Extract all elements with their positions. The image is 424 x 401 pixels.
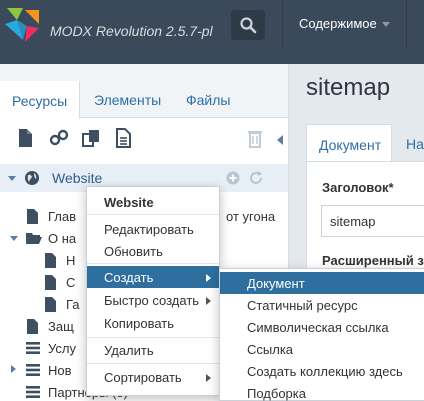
submenu-item-symlink[interactable]: Символическая ссылка [220,316,424,338]
file-icon [45,253,56,268]
new-document-icon[interactable] [14,127,36,149]
menu-item-delete[interactable]: Удалить [87,339,219,361]
file-icon [45,297,56,312]
context-menu: Website Редактировать Обновить Создать Б… [86,186,220,396]
collapse-panel-icon[interactable] [277,135,283,145]
tab-settings[interactable]: На [406,136,424,152]
submenu-item-create-collection[interactable]: Создать коллекцию здесь [220,360,424,382]
field-longtitle-label: Расширенный з [322,253,424,268]
menu-separator [87,263,219,264]
tree-root-label: Website [52,170,103,186]
file-icon [27,319,38,334]
file-icon [27,209,38,224]
add-circle-icon[interactable] [226,171,240,185]
menu-item-create-label: Создать [104,270,154,285]
menu-item-quick-create[interactable]: Быстро создать [87,289,219,311]
nav-content-label: Содержимое [299,16,377,31]
tree-item-label: Н [66,253,76,268]
chevron-right-icon [206,297,211,305]
tree-item-label: О на [48,231,77,246]
chevron-down-icon [382,22,390,27]
menu-separator [87,214,219,215]
left-panel-tabs: Ресурсы Элементы Файлы [0,64,288,119]
menu-item-refresh[interactable]: Обновить [87,240,219,262]
submenu-item-selection[interactable]: Подборка [220,382,424,401]
submenu-item-document[interactable]: Документ [220,272,424,294]
link-icon[interactable] [48,127,70,149]
resource-toolbar [0,119,288,159]
create-submenu: Документ Статичный ресурс Символическая … [219,268,424,401]
nav-next-menu[interactable] [406,0,424,48]
trash-icon[interactable] [244,127,266,149]
tree-item-label: С [66,275,76,290]
tree-item-label: Глав [48,209,77,224]
tree-item-label-tail: от угона [226,209,276,224]
menu-separator [87,363,219,364]
tab-files[interactable]: Файлы [186,92,230,108]
expand-arrow-icon[interactable] [11,365,16,373]
nav-content-menu[interactable]: Содержимое [282,0,406,48]
submenu-item-weblink[interactable]: Ссылка [220,338,424,360]
menu-item-sort-label: Сортировать [104,370,182,385]
title-input-value: sitemap [330,214,376,229]
submenu-item-static-resource[interactable]: Статичный ресурс [220,294,424,316]
menu-item-quick-create-label: Быстро создать [104,293,200,308]
file-icon [45,275,56,290]
page-title: sitemap [306,74,391,101]
tree-item-label: Нов [48,363,72,378]
globe-icon [25,171,39,185]
search-button[interactable] [231,10,265,40]
modx-logo-icon[interactable] [3,6,41,44]
tab-elements[interactable]: Элементы [94,92,161,108]
search-icon [240,17,257,34]
folder-open-icon [26,233,42,244]
tree-item-label: Защ [48,319,74,334]
title-input[interactable]: sitemap [321,205,424,237]
tree-item-label: Услу [48,341,76,356]
menu-item-create[interactable]: Создать [87,266,219,288]
tab-resources[interactable]: Ресурсы [0,81,81,119]
document-text-icon[interactable] [112,127,134,149]
tab-document[interactable]: Документ [306,124,392,162]
chevron-right-icon [206,274,211,282]
app-title: MODX Revolution 2.5.7-pl [50,23,213,39]
chevron-right-icon [206,374,211,382]
duplicate-icon[interactable] [80,127,102,149]
menu-item-edit[interactable]: Редактировать [87,218,219,240]
tree-item-label: Га [66,297,80,312]
refresh-icon[interactable] [248,170,264,186]
expand-arrow-icon[interactable] [10,236,18,241]
expand-arrow-icon[interactable] [8,176,16,181]
list-icon [26,386,40,398]
top-bar: MODX Revolution 2.5.7-pl Содержимое [0,0,424,64]
menu-item-duplicate[interactable]: Копировать [87,312,219,334]
list-icon [26,342,40,354]
context-menu-header: Website [104,195,154,210]
menu-separator [87,337,219,338]
menu-item-sort[interactable]: Сортировать [87,366,219,388]
field-title-label: Заголовок* [322,180,394,195]
list-icon [26,364,40,376]
